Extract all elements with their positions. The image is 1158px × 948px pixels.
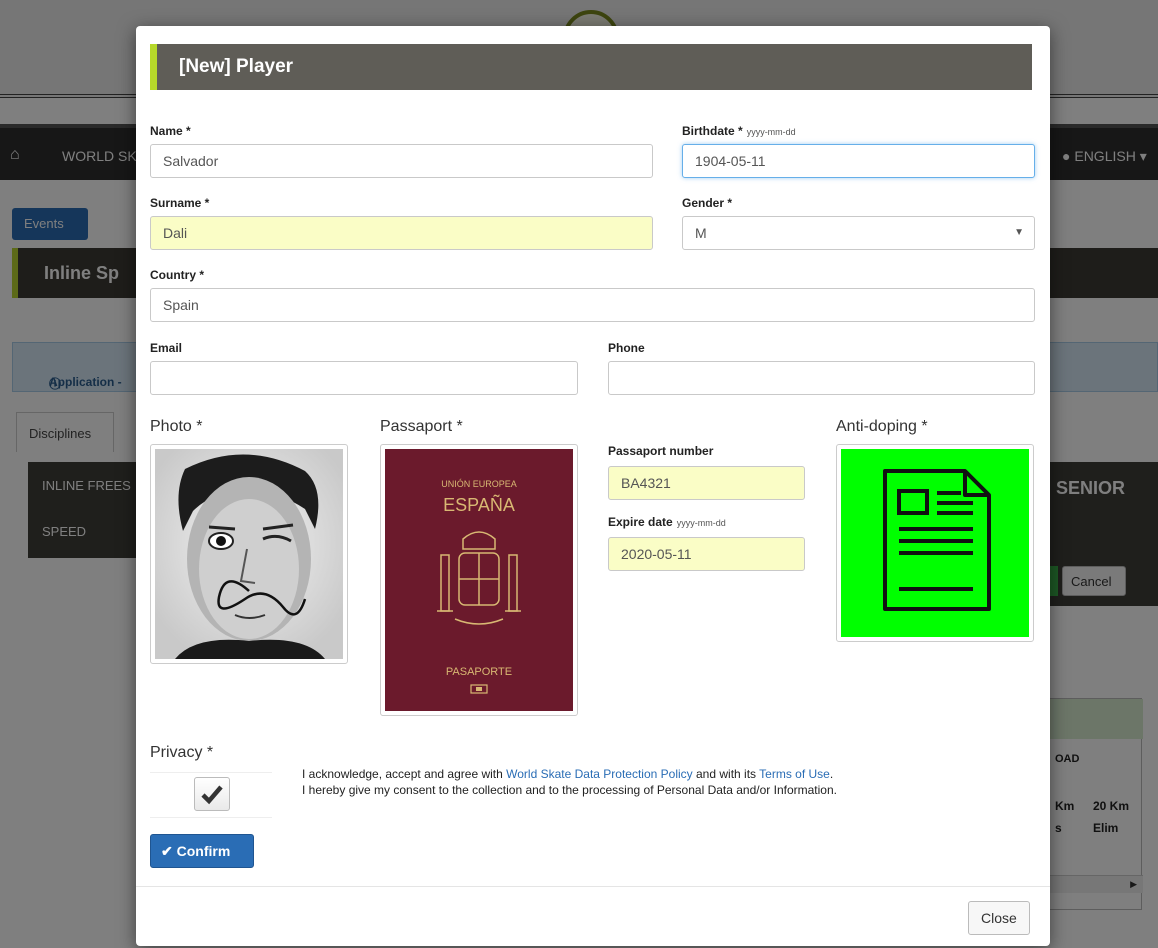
antidoping-upload[interactable]: [836, 444, 1034, 642]
modal-header: [New] Player: [150, 44, 1032, 90]
name-label: Name *: [150, 124, 191, 138]
caret-down-icon: ▼: [1014, 227, 1024, 238]
close-button[interactable]: Close: [968, 901, 1030, 935]
phone-input[interactable]: [608, 361, 1035, 395]
expire-date-input[interactable]: 2020-05-11: [608, 537, 805, 571]
country-input[interactable]: Spain: [150, 288, 1035, 322]
modal-title: [New] Player: [179, 56, 294, 77]
passport-bottom-text: PASAPORTE: [446, 666, 512, 678]
photo-upload[interactable]: [150, 444, 348, 664]
surname-label: Surname *: [150, 196, 210, 210]
privacy-checkbox[interactable]: [194, 777, 230, 811]
country-label: Country *: [150, 268, 204, 282]
check-icon: ✔: [161, 843, 173, 859]
passport-upload[interactable]: UNIÓN EUROPEA ESPAÑA PASAPORTE: [380, 444, 578, 716]
phone-label: Phone: [608, 341, 645, 355]
name-input[interactable]: Salvador: [150, 144, 653, 178]
email-input[interactable]: [150, 361, 578, 395]
privacy-consent-text: I acknowledge, accept and agree with Wor…: [302, 767, 837, 797]
birthdate-input[interactable]: 1904-05-11: [682, 144, 1035, 178]
new-player-modal: [New] Player Name * Salvador Birthdate *…: [136, 26, 1050, 946]
privacy-label: Privacy *: [150, 744, 214, 761]
checkmark-icon: [201, 785, 223, 805]
expire-date-format-hint: yyyy-mm-dd: [676, 518, 726, 528]
surname-input[interactable]: Dali: [150, 216, 653, 250]
antidoping-label: Anti-doping *: [836, 418, 928, 435]
player-photo: [155, 449, 343, 659]
confirm-button[interactable]: ✔ Confirm: [150, 834, 254, 868]
modal-footer: Close: [136, 886, 1050, 946]
passport-number-label: Passaport number: [608, 444, 714, 458]
gender-select[interactable]: M ▼: [682, 216, 1035, 250]
passport-image: UNIÓN EUROPEA ESPAÑA PASAPORTE: [385, 449, 573, 711]
passport-label: Passaport *: [380, 418, 463, 435]
privacy-checkbox-area: [150, 772, 272, 818]
birthdate-label: Birthdate * yyyy-mm-dd: [682, 124, 796, 138]
expire-date-label: Expire date yyyy-mm-dd: [608, 515, 726, 529]
passport-country-text: ESPAÑA: [443, 494, 515, 515]
document-icon: [841, 449, 1029, 637]
data-protection-policy-link[interactable]: World Skate Data Protection Policy: [506, 767, 693, 781]
terms-of-use-link[interactable]: Terms of Use: [759, 767, 830, 781]
birthdate-format-hint: yyyy-mm-dd: [746, 127, 796, 137]
gender-label: Gender *: [682, 196, 733, 210]
passport-top-text: UNIÓN EUROPEA: [441, 479, 517, 489]
email-label: Email: [150, 341, 183, 355]
photo-label: Photo *: [150, 418, 203, 435]
passport-number-input[interactable]: BA4321: [608, 466, 805, 500]
